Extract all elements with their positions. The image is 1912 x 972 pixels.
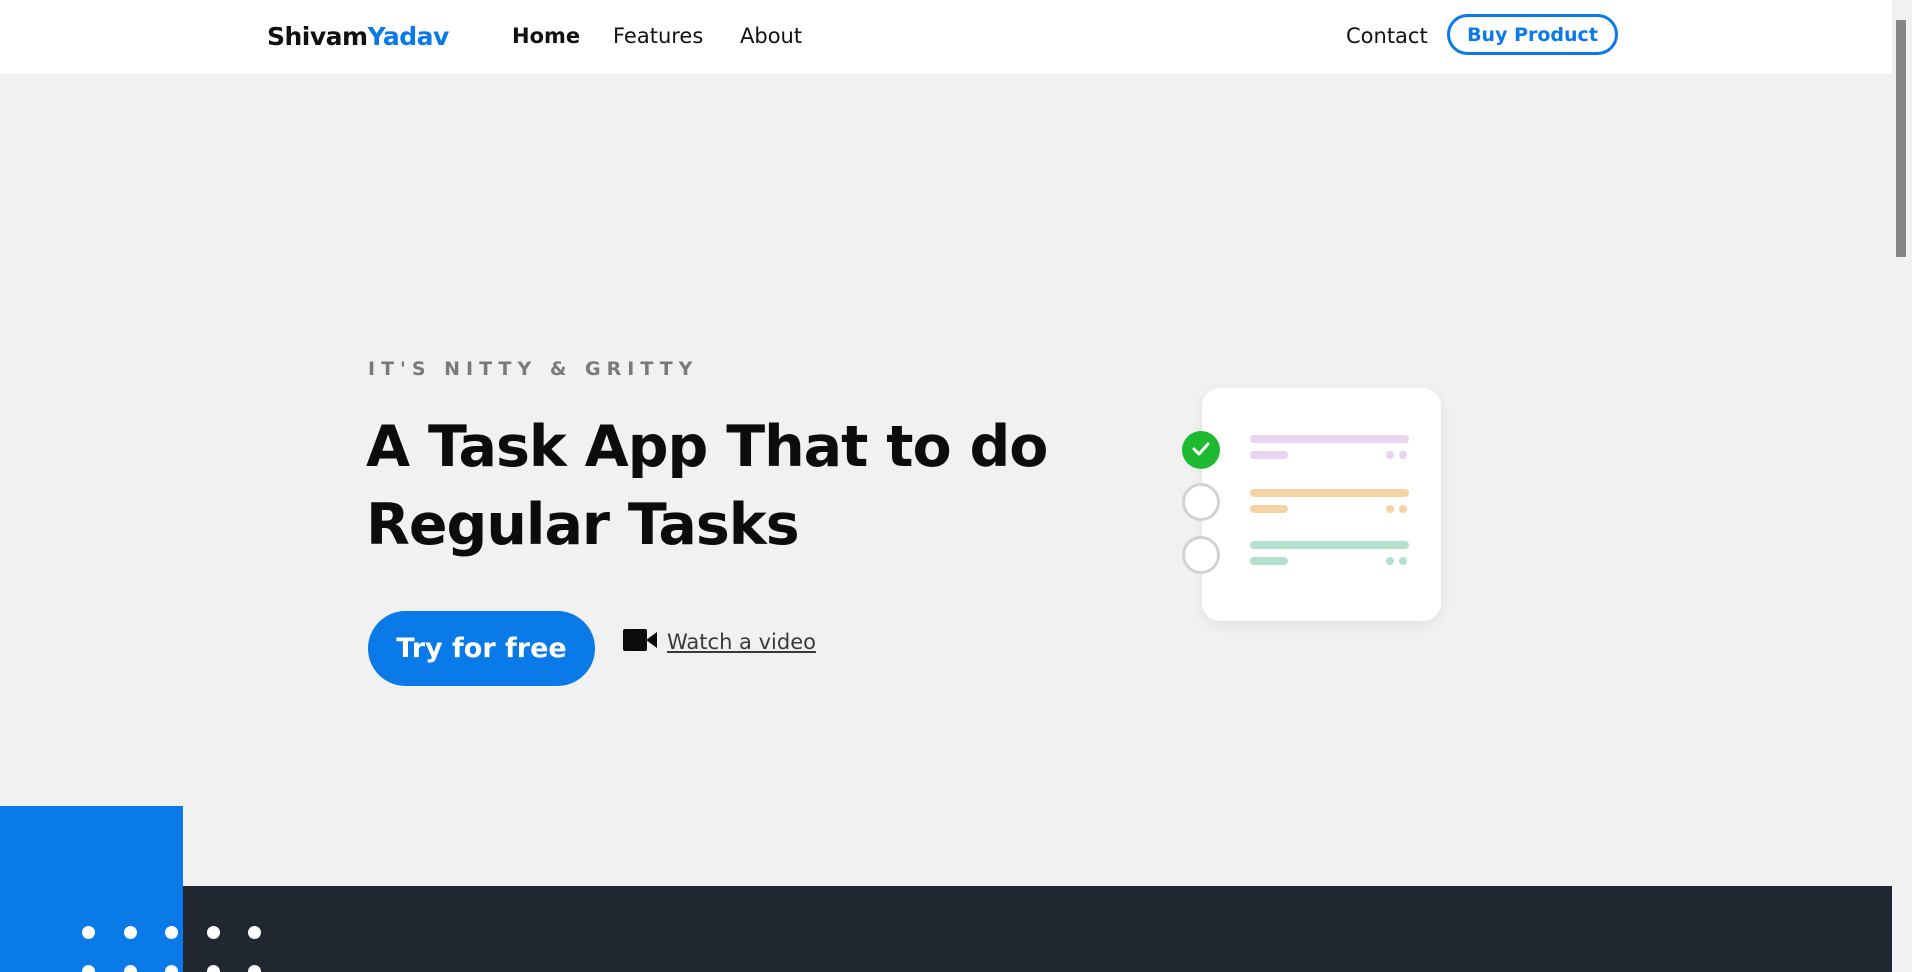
decorative-dot — [207, 965, 220, 972]
watch-video-link[interactable]: Watch a video — [623, 629, 816, 655]
nav-about-link[interactable]: About — [740, 24, 802, 48]
blue-decorative-block — [0, 806, 183, 972]
task-line — [1250, 541, 1409, 549]
brand-name-first: Shivam — [267, 22, 368, 51]
video-camera-icon — [623, 629, 657, 655]
hero-eyebrow: IT'S NITTY & GRITTY — [368, 358, 699, 380]
task-line-short — [1250, 505, 1288, 513]
decorative-dot — [165, 926, 178, 939]
task-line-short — [1250, 557, 1288, 565]
hero-title-line-1: A Task App That to do — [366, 414, 1048, 480]
try-for-free-button[interactable]: Try for free — [368, 611, 595, 686]
buy-product-button[interactable]: Buy Product — [1447, 14, 1618, 55]
task-dot — [1386, 557, 1394, 565]
decorative-dot — [82, 965, 95, 972]
dark-section — [0, 886, 1892, 972]
task-dot — [1399, 557, 1407, 565]
page: ShivamYadav Home Features About Contact … — [0, 0, 1912, 972]
decorative-dot — [248, 965, 261, 972]
task-checked-circle — [1182, 431, 1220, 469]
brand-logo[interactable]: ShivamYadav — [267, 22, 449, 51]
watch-video-label: Watch a video — [667, 630, 816, 654]
scrollbar-thumb[interactable] — [1896, 20, 1906, 257]
nav-home-link[interactable]: Home — [512, 24, 580, 48]
brand-name-second: Yadav — [367, 22, 450, 51]
task-line — [1250, 489, 1409, 497]
task-line — [1250, 435, 1409, 443]
nav-features-link[interactable]: Features — [613, 24, 703, 48]
decorative-dot — [82, 926, 95, 939]
task-dot — [1399, 505, 1407, 513]
task-unchecked-circle — [1182, 483, 1220, 521]
navbar: ShivamYadav Home Features About Contact … — [0, 0, 1892, 74]
decorative-dot — [124, 926, 137, 939]
hero-title-line-2: Regular Tasks — [366, 492, 800, 558]
check-icon — [1192, 441, 1210, 460]
hero-title: A Task App That to do Regular Tasks — [366, 408, 1086, 564]
decorative-dot — [124, 965, 137, 972]
task-unchecked-circle — [1182, 536, 1220, 574]
task-card — [1202, 388, 1441, 621]
task-dot — [1386, 505, 1394, 513]
task-line-short — [1250, 451, 1288, 459]
task-dot — [1399, 451, 1407, 459]
decorative-dot — [207, 926, 220, 939]
decorative-dot — [165, 965, 178, 972]
nav-contact-link[interactable]: Contact — [1346, 24, 1428, 48]
decorative-dot — [248, 926, 261, 939]
task-dot — [1386, 451, 1394, 459]
